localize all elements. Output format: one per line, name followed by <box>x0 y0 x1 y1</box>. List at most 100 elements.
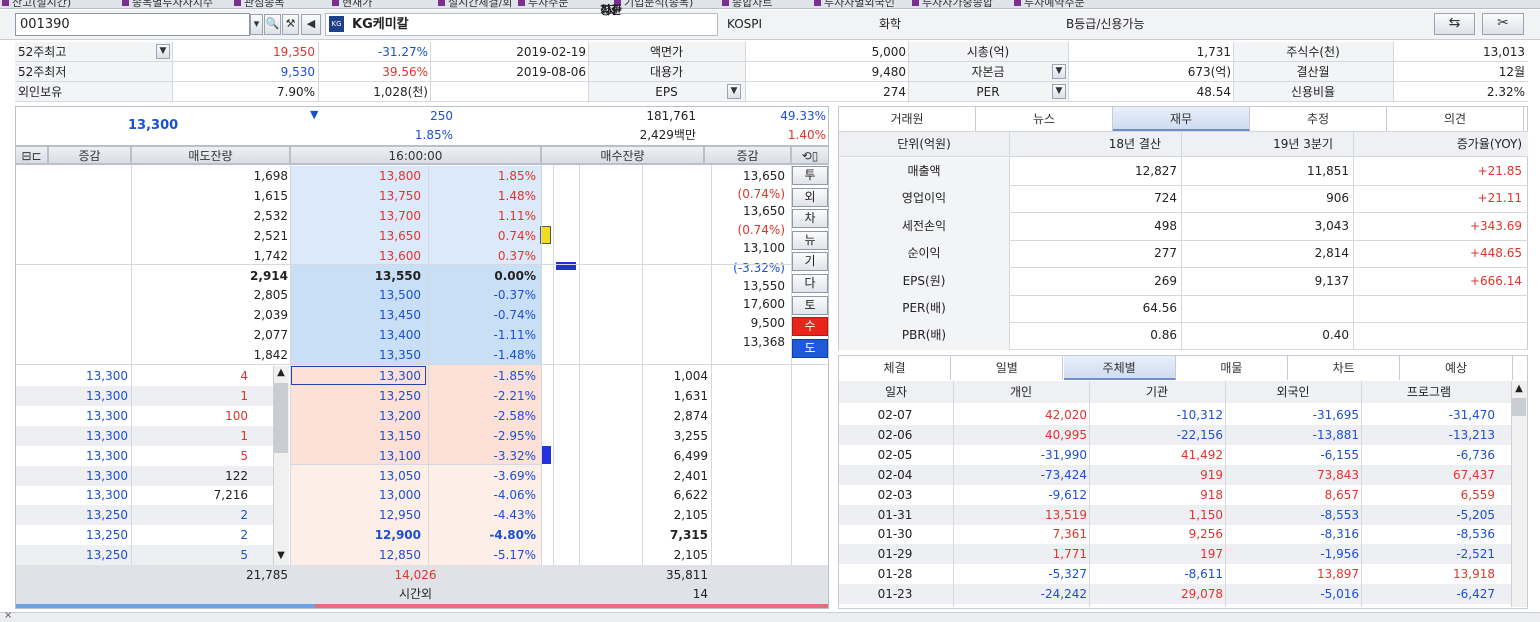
tab-1[interactable]: 거래원 <box>839 107 976 131</box>
info-label-4: 신용비율 <box>1233 82 1393 102</box>
window-tab[interactable]: 현재가 <box>330 0 372 8</box>
info-label-3: 자본금 <box>908 62 1068 82</box>
inv-scroll-thumb[interactable] <box>1512 398 1526 416</box>
inv-col-line <box>1225 381 1226 607</box>
inv-header: 외국인 <box>1276 385 1310 399</box>
swap-button[interactable]: ⇆ <box>1434 13 1475 35</box>
inv-cell: -9,612 <box>1048 487 1087 502</box>
link-button[interactable]: ✂ <box>1482 13 1524 35</box>
inv-cell: 01-28 <box>877 567 913 582</box>
window-tab-strip: 잔고(실시간) 종목별투자자지수 관심종목 현재가 실시간체결/회 투자주문 기업분석(종목… <box>0 0 1540 9</box>
window-tab[interactable]: 종합차트 <box>720 0 772 8</box>
inv-cell: 29,078 <box>1181 587 1223 602</box>
col-divider <box>172 42 173 102</box>
tab-4[interactable]: 추정 <box>1250 107 1387 131</box>
tab2-6[interactable]: 예상 <box>1400 356 1513 380</box>
window-tab[interactable]: 투자예약주문 <box>1012 0 1085 8</box>
info-date: 2019-02-19 <box>516 45 586 59</box>
inv-scroll-up-icon[interactable]: ▲ <box>1511 379 1527 399</box>
inv-cell: 41,492 <box>1181 447 1223 462</box>
volume: 181,761 <box>646 109 696 123</box>
inv-col-line <box>1089 381 1090 607</box>
window-tab[interactable]: 관심종목 <box>232 0 284 8</box>
config-icon: ⊟⊏ <box>21 149 42 163</box>
tab2-5[interactable]: 차트 <box>1288 356 1401 380</box>
ob-header-bid-qty: 매수잔량 <box>541 146 704 164</box>
tab2-3[interactable]: 주체별 <box>1063 356 1176 380</box>
window-tab[interactable]: 실시간체결/회 <box>436 0 512 8</box>
window-tab[interactable]: 종목별투자자지수 <box>120 0 213 8</box>
price-change: 250 <box>430 109 453 123</box>
info-label-4: 주식수(천) <box>1233 42 1393 62</box>
fin-val-b: 0.40 <box>1322 328 1349 343</box>
tab-3[interactable]: 재무 <box>1113 107 1250 131</box>
eps-dropdown-button[interactable]: ▼ <box>727 84 741 99</box>
fin-header: 18년 결산 <box>1108 137 1161 151</box>
fin-val-b: 2,814 <box>1314 246 1349 261</box>
info-value-3: 274 <box>883 85 906 99</box>
window-tab[interactable]: 투자주문 <box>516 0 568 8</box>
inv-cell: -22,156 <box>1176 427 1223 442</box>
ob-header-ask-qty: 매도잔량 <box>131 146 290 164</box>
inv-cell: 42,020 <box>1045 408 1087 422</box>
code-dropdown-button[interactable]: ▾ <box>250 14 263 35</box>
info-select-button[interactable]: ▼ <box>1052 64 1066 79</box>
inv-cell: -1,956 <box>1320 547 1359 562</box>
info-label-3: PER <box>908 82 1068 102</box>
col-divider <box>745 42 746 102</box>
stock-code-input[interactable]: 001390 <box>15 13 250 36</box>
tab-2[interactable]: 뉴스 <box>976 107 1113 131</box>
col-divider <box>318 42 319 102</box>
ob-border <box>15 164 829 609</box>
fin-row-label: 매출액 <box>907 164 941 178</box>
stock-name-field: KG케미칼 <box>325 13 718 36</box>
fin-val-a: 269 <box>1154 273 1177 288</box>
fin-header: 19년 3분기 <box>1273 137 1333 151</box>
info-label-2: 대용가 <box>588 62 745 82</box>
info-value-5: 13,013 <box>1483 45 1525 59</box>
info-value-1: 9,530 <box>280 65 315 79</box>
inv-cell: 67,437 <box>1453 467 1495 482</box>
tab-5[interactable]: 의견 <box>1387 107 1524 131</box>
close-icon[interactable]: × <box>4 611 12 621</box>
fin-val-a: 64.56 <box>1142 301 1177 315</box>
info-select-button[interactable]: ▼ <box>1052 84 1066 99</box>
info-dropdown-button[interactable]: ▼ <box>156 44 170 59</box>
inv-cell: -13,213 <box>1448 427 1495 442</box>
inv-cell: 13,519 <box>1045 507 1087 522</box>
fin-val-a: 0.86 <box>1150 328 1177 343</box>
window-tab[interactable]: 잔고(실시간) <box>0 0 71 8</box>
inv-cell: -31,470 <box>1448 408 1495 422</box>
stock-name: KG케미칼 <box>352 17 409 32</box>
speaker-icon: ◀ <box>306 17 316 30</box>
tools-button[interactable]: ⚒ <box>282 14 299 35</box>
window-tab[interactable]: 투자자가중종합 <box>910 0 993 8</box>
price-change-pct: 1.85% <box>414 128 453 142</box>
fin-val-a: 724 <box>1154 191 1177 206</box>
ob-refresh-button[interactable]: ⟲▯ <box>791 146 829 164</box>
link-icon: ✂ <box>1497 15 1509 31</box>
inv-cell: -8,536 <box>1456 527 1495 542</box>
fin-val-b: 11,851 <box>1307 164 1349 178</box>
speaker-button[interactable]: ◀ <box>301 14 321 35</box>
sector-label: 화학 <box>879 17 902 31</box>
ob-config-button[interactable]: ⊟⊏ <box>15 146 48 164</box>
inv-cell: 918 <box>1200 487 1223 502</box>
search-button[interactable]: 🔍 <box>264 14 281 35</box>
fin-val-b: 9,137 <box>1314 273 1349 288</box>
fin-val-c: +21.85 <box>1477 164 1522 178</box>
fin-val-b: 3,043 <box>1314 218 1349 233</box>
inv-cell: 13,918 <box>1453 567 1495 582</box>
window-tab[interactable]: 투자자별외국인 <box>812 0 895 8</box>
inv-cell: 9,256 <box>1188 527 1223 542</box>
inv-cell: 02-07 <box>877 408 913 422</box>
fin-col-line <box>1181 132 1182 350</box>
fin-row-label: 세전손익 <box>901 218 947 233</box>
tab2-4[interactable]: 매물 <box>1175 356 1288 380</box>
tab2-1[interactable]: 체결 <box>839 356 951 380</box>
refresh-icon: ⟲▯ <box>801 149 819 163</box>
inv-cell: -8,553 <box>1320 507 1359 522</box>
fin-val-a: 277 <box>1154 246 1177 261</box>
tab2-2[interactable]: 일별 <box>951 356 1064 380</box>
inv-cell: 01-31 <box>877 507 913 522</box>
